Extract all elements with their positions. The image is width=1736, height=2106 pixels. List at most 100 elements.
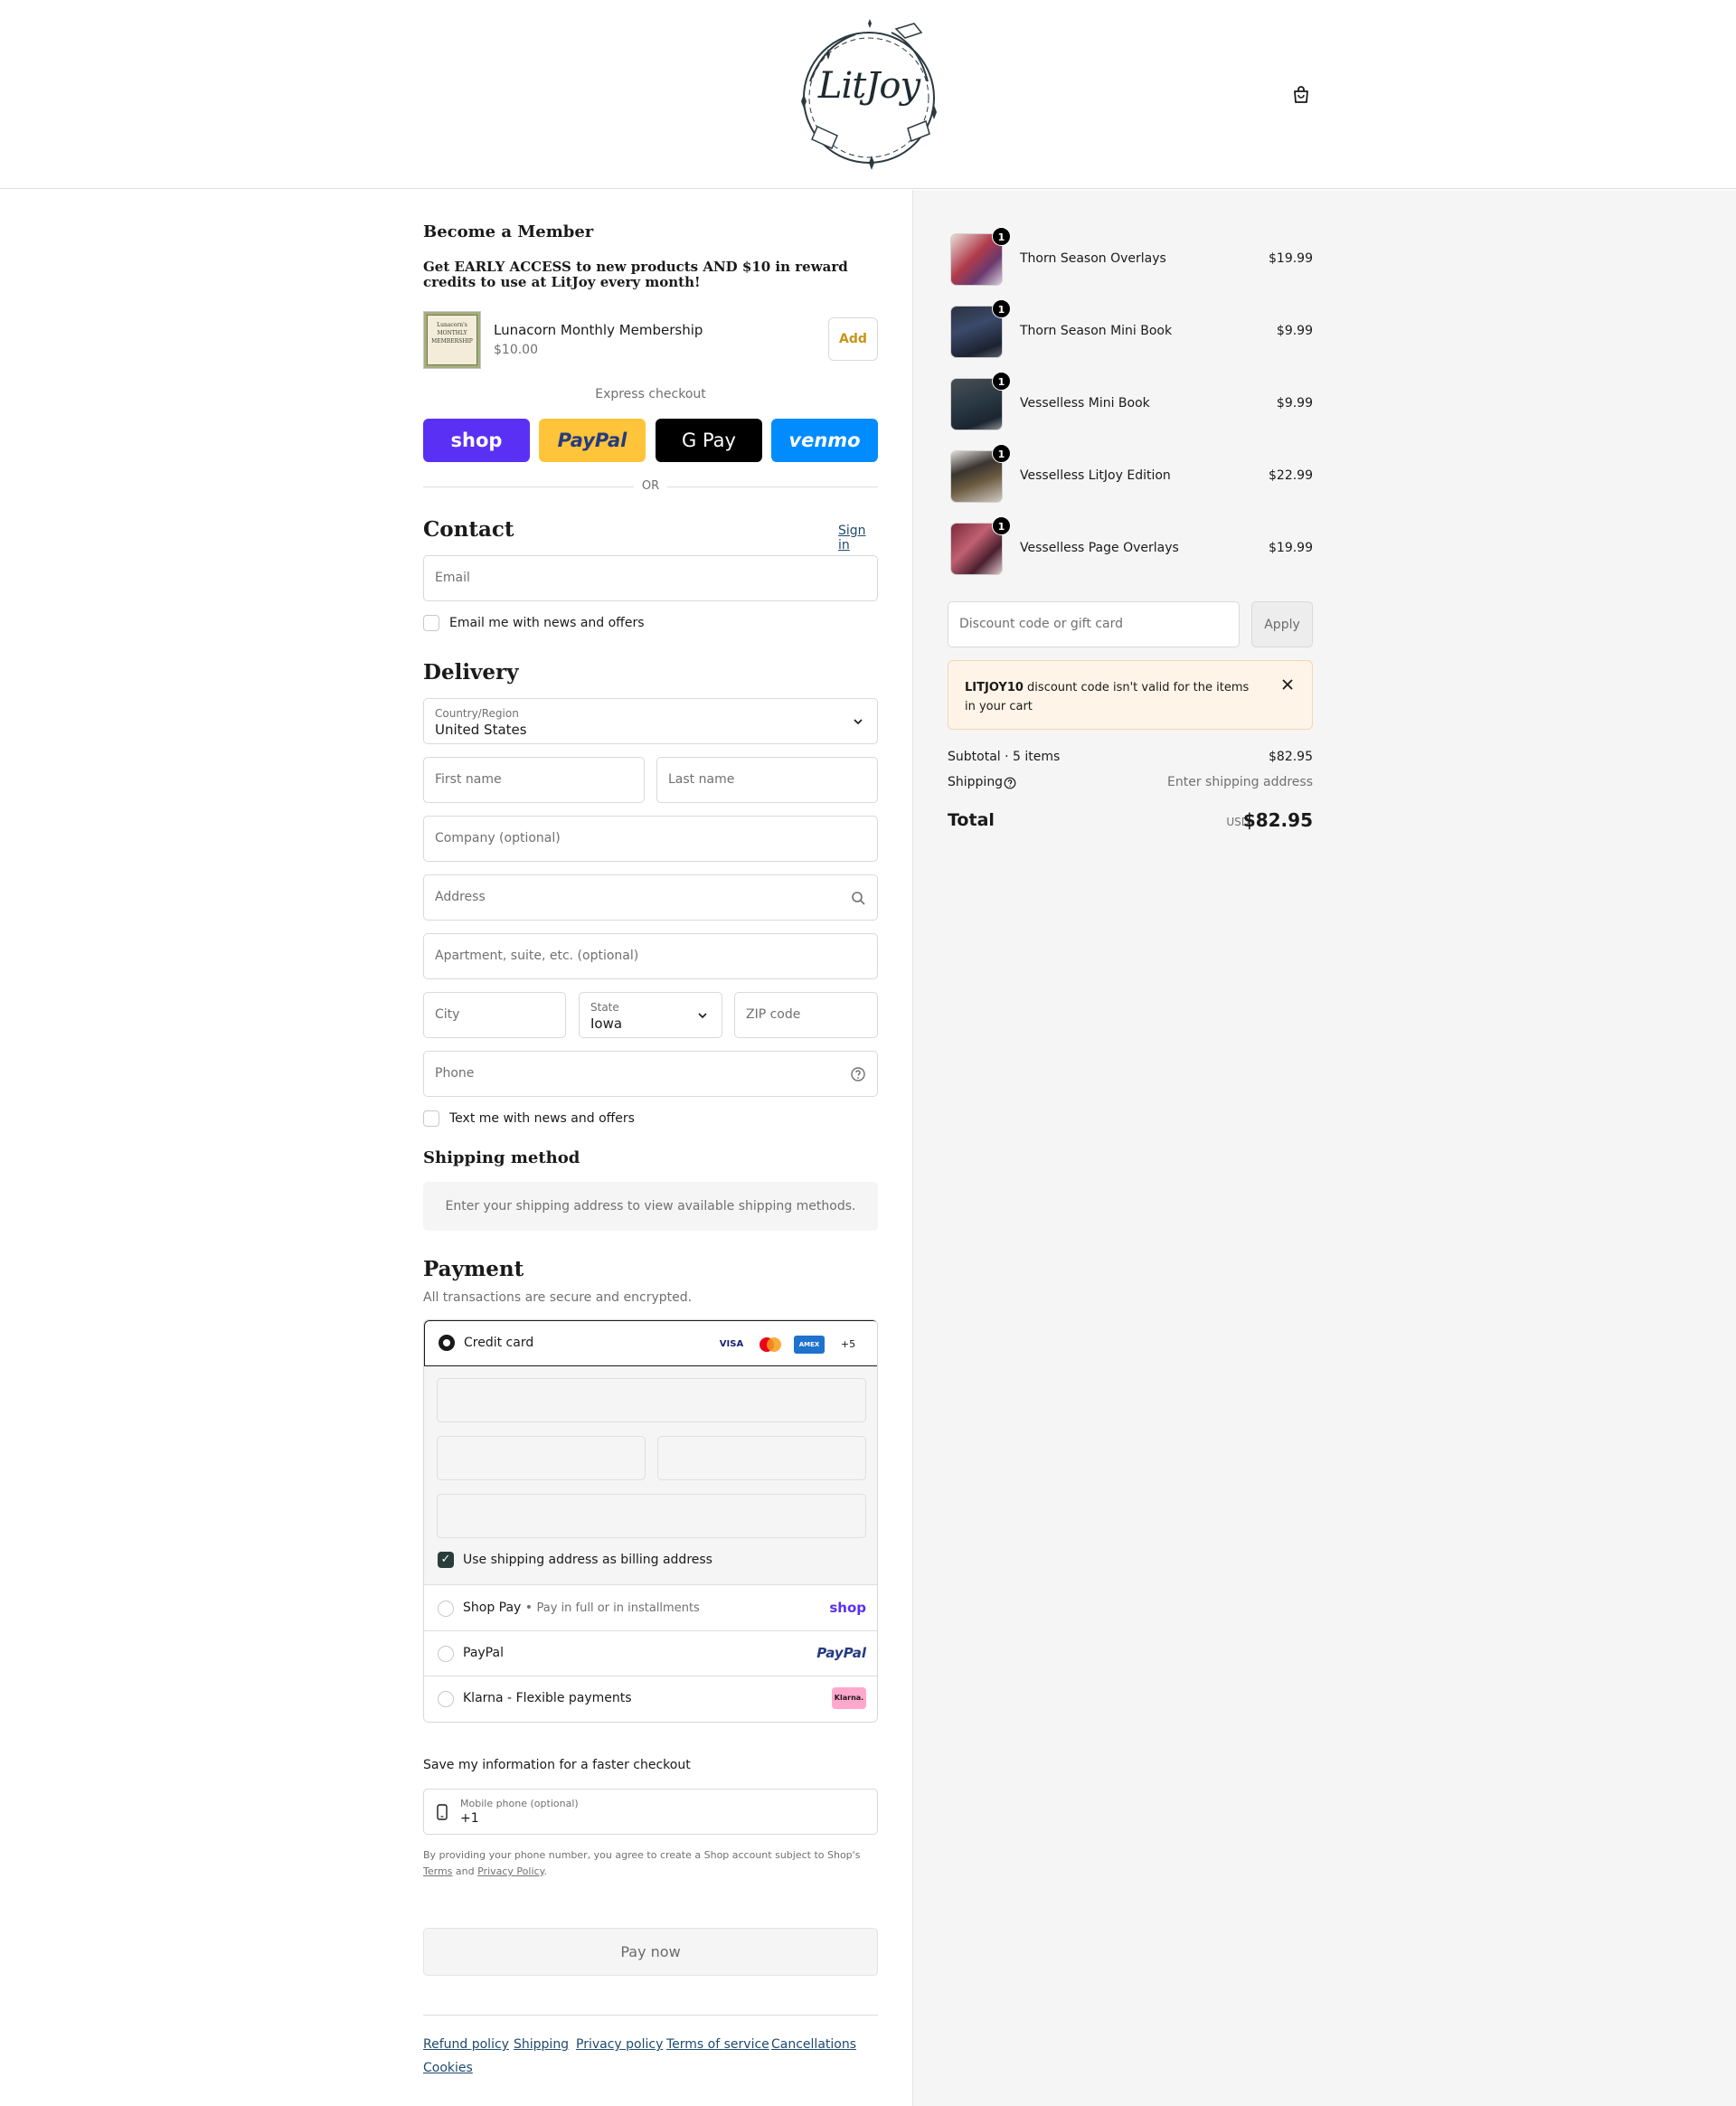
credit-card-radio[interactable]: [439, 1335, 455, 1351]
quantity-badge: 1: [992, 372, 1011, 391]
chevron-down-icon: [698, 1013, 707, 1019]
shipping-row: Shipping Enter shipping address: [948, 775, 1313, 789]
city-field[interactable]: City: [423, 992, 566, 1038]
membership-price: $10.00: [494, 343, 538, 357]
discount-code-field[interactable]: Discount code or gift card: [948, 601, 1240, 647]
shop-pay-note: Pay in full or in installments: [536, 1601, 700, 1615]
phone-field[interactable]: Phone: [423, 1051, 878, 1097]
shop-pay-button[interactable]: shop: [423, 419, 530, 462]
quantity-badge: 1: [992, 299, 1011, 318]
fine-period: .: [543, 1865, 548, 1877]
total-value: $82.95: [1242, 809, 1313, 831]
apartment-field[interactable]: Apartment, suite, etc. (optional): [423, 933, 878, 979]
shipping-value: Enter shipping address: [1167, 775, 1313, 789]
phone-placeholder: Phone: [435, 1066, 475, 1081]
billing-label: Use shipping address as billing address: [463, 1553, 712, 1567]
email-field[interactable]: Email: [423, 555, 878, 601]
refund-policy-link[interactable]: Refund policy: [423, 2037, 509, 2052]
item-name: Thorn Season Overlays: [1020, 251, 1166, 266]
item-name: Vesselless Page Overlays: [1020, 541, 1179, 555]
item-price: $9.99: [1276, 324, 1313, 338]
quantity-badge: 1: [992, 444, 1011, 463]
shop-pay-radio[interactable]: [438, 1601, 454, 1617]
state-select[interactable]: State Iowa: [579, 992, 722, 1038]
zip-field[interactable]: ZIP code: [734, 992, 878, 1038]
payment-option-paypal[interactable]: PayPal PayPal: [424, 1631, 877, 1676]
venmo-button[interactable]: venmo: [771, 419, 878, 462]
pay-now-button[interactable]: Pay now: [423, 1928, 878, 1976]
member-subtitle: Get EARLY ACCESS to new products AND $10…: [423, 259, 848, 290]
cancellations-link[interactable]: Cancellations: [771, 2037, 856, 2052]
delivery-heading: Delivery: [423, 660, 519, 685]
cart-item: 1 Thorn Season Overlays $19.99: [948, 227, 1313, 288]
mobile-phone-field[interactable]: Mobile phone (optional) +1: [423, 1789, 878, 1835]
item-name: Vesselless Mini Book: [1020, 396, 1150, 411]
name-on-card-field[interactable]: [437, 1494, 866, 1538]
text-news-checkbox[interactable]: [423, 1110, 439, 1127]
security-code-field[interactable]: [657, 1436, 866, 1480]
item-price: $19.99: [1269, 541, 1313, 555]
terms-of-service-link[interactable]: Terms of service: [666, 2037, 769, 2052]
expiration-field[interactable]: [437, 1436, 646, 1480]
alert-code: LITJOY10: [965, 681, 1024, 694]
add-membership-button[interactable]: Add: [828, 317, 878, 361]
payment-heading: Payment: [423, 1257, 524, 1281]
credit-card-form: ✓ Use shipping address as billing addres…: [424, 1366, 877, 1585]
shopping-bag-icon[interactable]: [1291, 85, 1311, 105]
first-name-field[interactable]: First name: [423, 757, 645, 803]
mastercard-icon: [760, 1337, 781, 1352]
sign-in-link[interactable]: Sign in: [838, 524, 878, 552]
help-circle-icon[interactable]: [1004, 777, 1016, 789]
help-circle-icon[interactable]: [850, 1066, 866, 1082]
litjoy-logo[interactable]: LitJoy: [792, 18, 946, 172]
state-value: Iowa: [590, 1015, 623, 1032]
paypal-label: PayPal: [463, 1646, 504, 1660]
email-news-checkbox[interactable]: [423, 615, 439, 631]
close-icon[interactable]: [1278, 675, 1297, 694]
email-news-label: Email me with news and offers: [449, 616, 645, 630]
payment-methods: Credit card VISA AMEX +5 ✓ Use shipping …: [423, 1319, 878, 1723]
payment-option-klarna[interactable]: Klarna - Flexible payments Klarna.: [424, 1676, 877, 1722]
item-price: $19.99: [1269, 251, 1313, 266]
klarna-radio[interactable]: [438, 1691, 454, 1707]
paypal-button[interactable]: PayPal: [539, 419, 646, 462]
payment-option-credit-card[interactable]: Credit card VISA AMEX +5: [424, 1320, 877, 1366]
card-number-field[interactable]: [437, 1378, 866, 1422]
last-name-field[interactable]: Last name: [656, 757, 878, 803]
shop-pay-logo: shop: [829, 1600, 866, 1616]
member-title: Become a Member: [423, 222, 594, 241]
company-field[interactable]: Company (optional): [423, 816, 878, 862]
item-price: $22.99: [1269, 468, 1313, 483]
privacy-policy-footer-link[interactable]: Privacy policy: [576, 2037, 663, 2052]
klarna-logo: Klarna.: [832, 1687, 866, 1709]
google-pay-button[interactable]: G Pay: [656, 419, 762, 462]
privacy-policy-link[interactable]: Privacy Policy: [477, 1865, 543, 1877]
address-field[interactable]: Address: [423, 874, 878, 921]
amex-icon: AMEX: [794, 1336, 825, 1354]
total-label: Total: [948, 810, 995, 830]
payment-option-shop-pay[interactable]: Shop Pay • Pay in full or in installment…: [424, 1586, 877, 1631]
quantity-badge: 1: [992, 516, 1011, 535]
discount-placeholder: Discount code or gift card: [959, 617, 1123, 631]
country-label: Country/Region: [435, 707, 519, 720]
quantity-badge: 1: [992, 227, 1011, 246]
klarna-label: Klarna - Flexible payments: [463, 1691, 632, 1705]
terms-link[interactable]: Terms: [423, 1865, 452, 1877]
cookies-link[interactable]: Cookies: [423, 2061, 473, 2075]
cart-item: 1 Vesselless Mini Book $9.99: [948, 372, 1313, 433]
address-placeholder: Address: [435, 890, 486, 904]
shop-pay-name: Shop Pay: [463, 1601, 522, 1615]
item-name: Vesselless LitJoy Edition: [1020, 468, 1171, 483]
save-info-title: Save my information for a faster checkou…: [423, 1758, 691, 1772]
mobile-phone-value: +1: [460, 1811, 479, 1826]
shipping-policy-link[interactable]: Shipping: [514, 2037, 569, 2052]
apply-discount-button[interactable]: Apply: [1251, 601, 1313, 647]
apartment-placeholder: Apartment, suite, etc. (optional): [435, 949, 639, 963]
country-select[interactable]: Country/Region United States: [423, 698, 878, 744]
shipping-method-heading: Shipping method: [423, 1148, 580, 1167]
paypal-radio[interactable]: [438, 1646, 454, 1662]
item-price: $9.99: [1276, 396, 1313, 411]
state-label: State: [590, 1001, 619, 1014]
express-checkout-label: Express checkout: [595, 387, 706, 401]
billing-checkbox[interactable]: ✓: [438, 1552, 454, 1568]
